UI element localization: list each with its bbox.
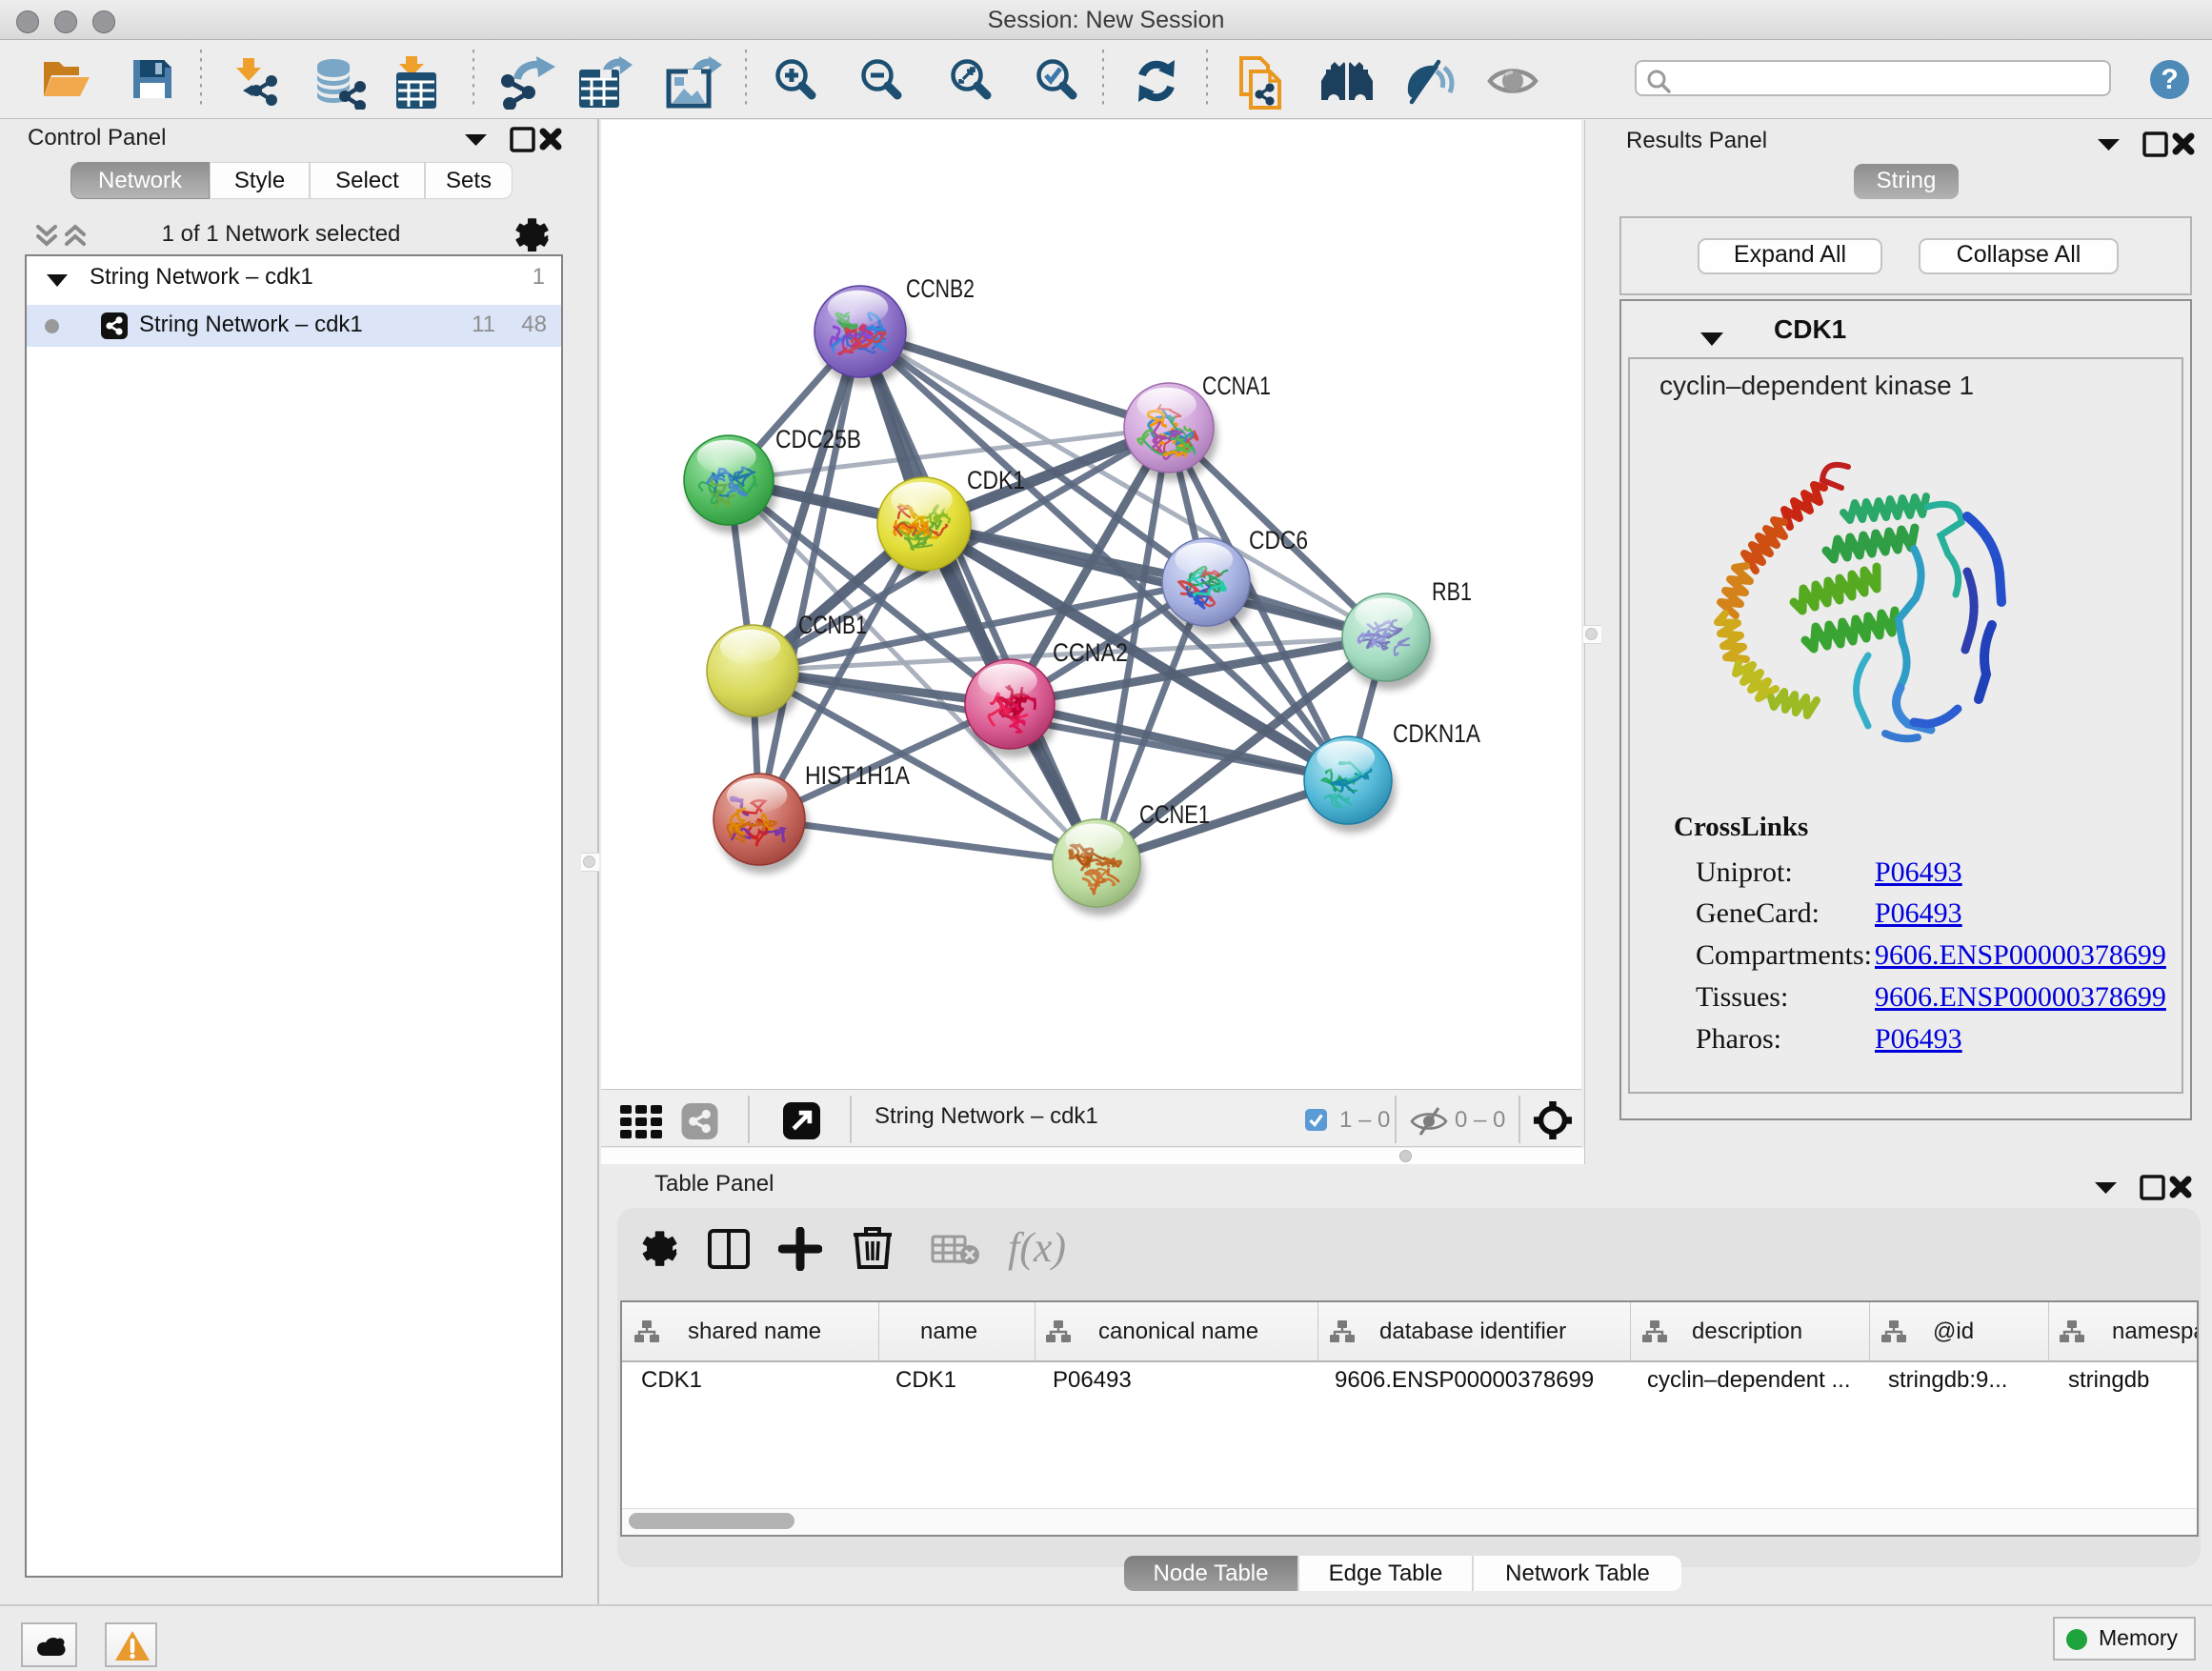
svg-text:CCNA2: CCNA2: [1053, 638, 1128, 667]
svg-text:CDK1: CDK1: [967, 466, 1025, 494]
svg-text:CCNA1: CCNA1: [1202, 372, 1271, 400]
svg-text:CCNE1: CCNE1: [1139, 800, 1210, 829]
svg-text:CDKN1A: CDKN1A: [1393, 719, 1480, 748]
svg-text:HIST1H1A: HIST1H1A: [805, 761, 910, 790]
svg-text:CCNB2: CCNB2: [906, 274, 975, 303]
svg-text:CDC6: CDC6: [1249, 526, 1308, 554]
svg-text:RB1: RB1: [1432, 577, 1472, 606]
svg-text:CDC25B: CDC25B: [775, 425, 861, 453]
svg-text:CCNB1: CCNB1: [798, 611, 867, 639]
